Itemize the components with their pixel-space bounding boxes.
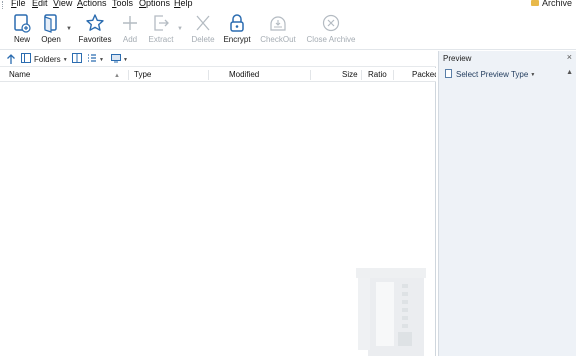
menu-file[interactable]: File	[11, 0, 26, 9]
column-ratio[interactable]: Ratio	[368, 68, 387, 82]
menu-grip	[2, 1, 4, 9]
folders-button[interactable]: Folders ▼	[21, 53, 68, 65]
delete-label: Delete	[191, 35, 215, 44]
select-preview-type-button[interactable]: Select Preview Type ▼	[445, 69, 535, 81]
column-size-label: Size	[342, 70, 358, 79]
view-details-button[interactable]: ▼	[87, 53, 104, 65]
lock-icon	[230, 14, 244, 32]
menu-file-label: File	[11, 0, 26, 8]
up-folder-icon[interactable]	[6, 53, 16, 65]
add-label: Add	[122, 35, 138, 44]
archive-label: Archive	[541, 0, 572, 8]
column-divider[interactable]	[310, 70, 311, 80]
column-modified-label: Modified	[229, 70, 260, 79]
column-divider[interactable]	[393, 70, 394, 80]
preview-type-dropdown-icon: ▼	[530, 72, 536, 78]
view-pane-button[interactable]	[72, 53, 82, 65]
delete-icon	[196, 15, 210, 31]
close-archive-button[interactable]: Close Archive	[304, 13, 358, 49]
menu-actions-label: Actions	[77, 0, 107, 8]
menu-tools-label: Tools	[112, 0, 134, 8]
new-button[interactable]: New	[10, 13, 34, 49]
menu-edit-label: Edit	[32, 0, 48, 8]
column-modified[interactable]: Modified	[229, 68, 259, 82]
extract-icon	[154, 15, 169, 31]
menu-view-label: View	[53, 0, 73, 8]
extract-label: Extract	[148, 35, 174, 44]
column-ratio-label: Ratio	[368, 70, 387, 79]
file-list-pane: Folders ▼ ▼ ▼ Name ▲ Type Modified Size R…	[0, 51, 436, 356]
folder-tree-icon	[21, 53, 31, 63]
new-label: New	[13, 35, 30, 44]
folders-label: Folders	[34, 55, 61, 64]
favorites-label: Favorites	[78, 35, 112, 44]
details-list-icon	[88, 54, 96, 62]
folders-dropdown-icon: ▼	[62, 57, 68, 63]
open-label: Open	[41, 35, 61, 44]
menu-edit[interactable]: Edit	[32, 0, 48, 9]
menu-help-label: Help	[174, 0, 193, 8]
toolbar: New Open ▼ Favorites Add Extract ▼ Delet…	[0, 9, 576, 50]
menu-actions[interactable]: Actions	[77, 0, 107, 9]
open-button[interactable]: Open	[38, 13, 64, 49]
column-divider[interactable]	[208, 70, 209, 80]
column-packed[interactable]: Packed	[412, 68, 436, 82]
extract-dropdown-icon[interactable]: ▼	[177, 26, 183, 32]
menu-options-label: Options	[139, 0, 171, 8]
menu-tools[interactable]: Tools	[112, 0, 133, 9]
preview-title: Preview	[443, 54, 472, 63]
preview-type-label: Select Preview Type	[456, 70, 529, 79]
close-icon[interactable]: ×	[567, 52, 572, 63]
archive-indicator[interactable]: Archive	[530, 0, 572, 9]
star-icon	[86, 14, 104, 31]
column-name[interactable]: Name	[9, 68, 30, 82]
column-packed-label: Packed	[412, 70, 436, 79]
column-divider[interactable]	[361, 70, 362, 80]
view-dropdown-icon: ▼	[99, 57, 104, 63]
column-divider[interactable]	[128, 70, 129, 80]
menu-bar: File Edit View Actions Tools Options Hel…	[0, 0, 576, 9]
display-options-button[interactable]: ▼	[111, 53, 128, 65]
navigation-bar: Folders ▼ ▼ ▼	[0, 51, 436, 67]
column-type[interactable]: Type	[134, 68, 151, 82]
column-name-label: Name	[9, 70, 31, 79]
close-archive-icon	[322, 14, 340, 32]
monitor-icon	[111, 54, 121, 63]
checkout-icon	[270, 16, 286, 31]
archive-watermark-icon	[356, 260, 432, 356]
new-archive-icon	[14, 14, 31, 33]
close-archive-label: Close Archive	[306, 35, 356, 44]
display-dropdown-icon: ▼	[123, 57, 128, 63]
column-headers: Name ▲ Type Modified Size Ratio Packed	[0, 68, 436, 82]
menu-view[interactable]: View	[53, 0, 72, 9]
preview-pane: Preview × Select Preview Type ▼ ▲	[438, 51, 576, 356]
add-button[interactable]: Add	[119, 13, 141, 49]
checkout-label: CheckOut	[260, 35, 296, 44]
column-type-label: Type	[134, 70, 152, 79]
open-archive-icon	[44, 14, 57, 33]
checkout-button[interactable]: CheckOut	[259, 13, 297, 49]
plus-icon	[123, 16, 137, 30]
column-size[interactable]: Size	[342, 68, 358, 82]
menu-help[interactable]: Help	[174, 0, 193, 9]
menu-options[interactable]: Options	[139, 0, 170, 9]
scroll-up-icon[interactable]: ▲	[566, 69, 573, 76]
encrypt-label: Encrypt	[223, 35, 251, 44]
encrypt-button[interactable]: Encrypt	[222, 13, 252, 49]
sort-ascending-icon: ▲	[114, 73, 120, 79]
folder-icon	[530, 0, 539, 6]
extract-button[interactable]: Extract	[147, 13, 175, 49]
open-dropdown-icon[interactable]: ▼	[66, 26, 72, 32]
pane-layout-icon	[72, 53, 82, 63]
delete-button[interactable]: Delete	[190, 13, 216, 49]
favorites-button[interactable]: Favorites	[78, 13, 112, 49]
document-icon	[445, 69, 452, 78]
